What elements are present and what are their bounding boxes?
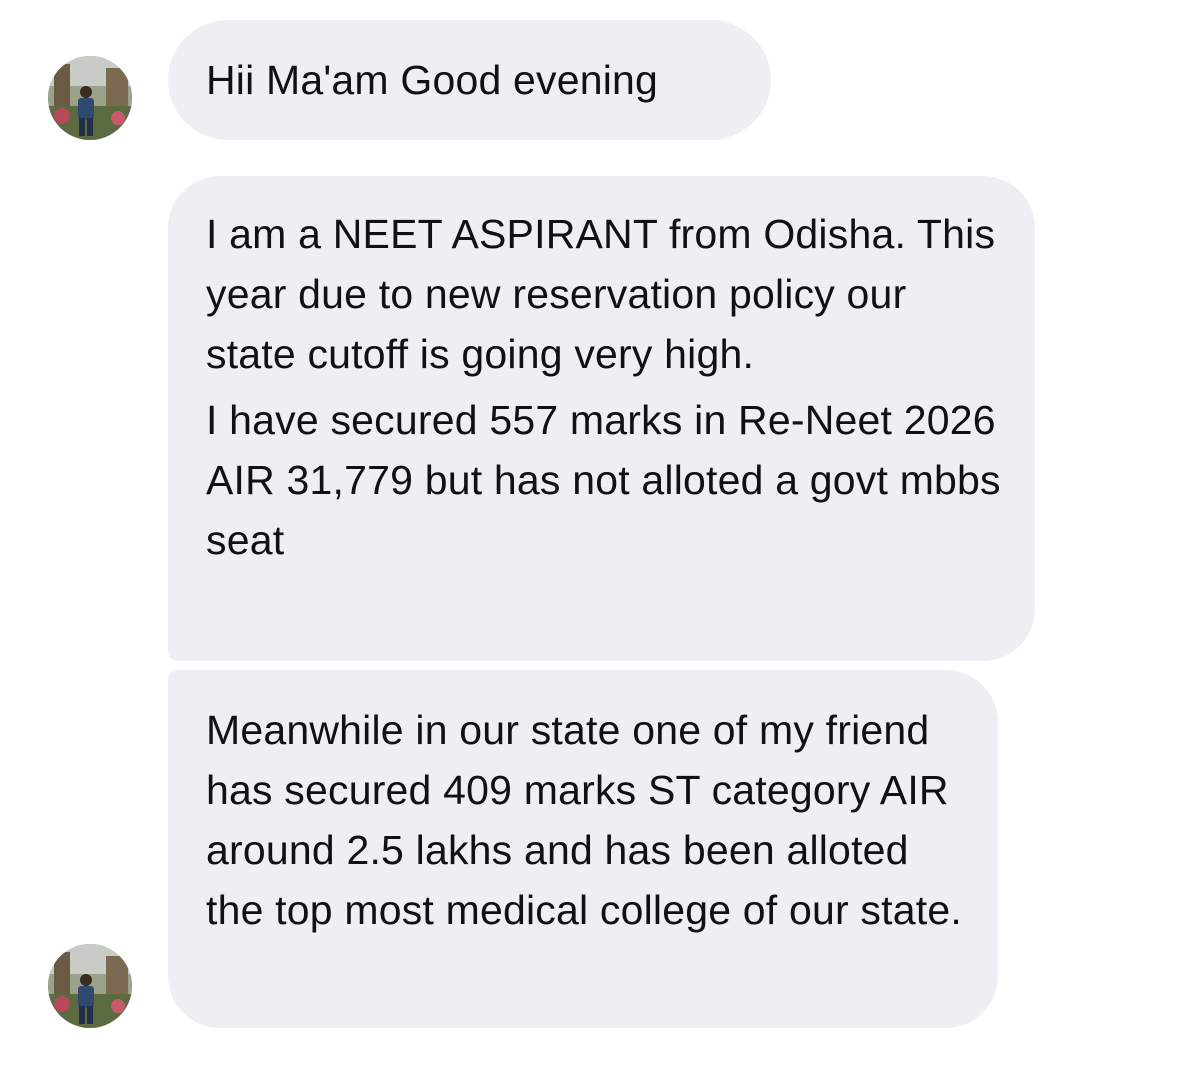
message-bubble[interactable]: Meanwhile in our state one of my friend …	[168, 670, 998, 1028]
user-avatar-icon	[48, 56, 132, 140]
avatar[interactable]	[48, 944, 132, 1028]
message-text: Meanwhile in our state one of my friend …	[206, 707, 962, 933]
avatar[interactable]	[48, 56, 132, 140]
message-bubble[interactable]: I am a NEET ASPIRANT from Odisha. This y…	[168, 176, 1035, 661]
message-text: Hii Ma'am Good evening	[206, 57, 659, 103]
message-text: I am a NEET ASPIRANT from Odisha. This y…	[206, 211, 996, 377]
message-text: I have secured 557 marks in Re-Neet 2026…	[206, 397, 1001, 563]
user-avatar-icon	[48, 944, 132, 1028]
message-bubble[interactable]: Hii Ma'am Good evening	[168, 20, 771, 140]
